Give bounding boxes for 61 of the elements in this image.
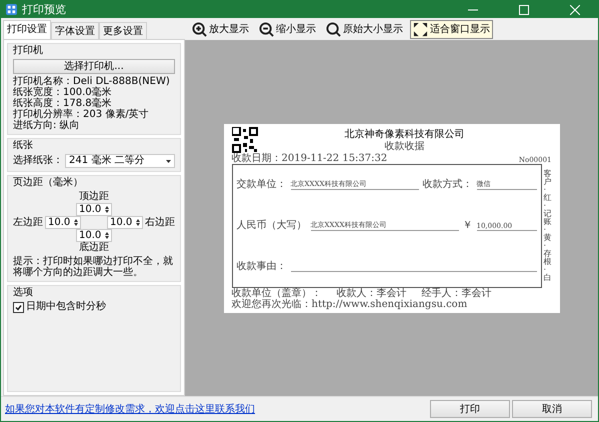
spin-arrows-icon: [105, 232, 109, 239]
company-name: 北京神奇像素科技有限公司: [344, 128, 464, 141]
website-text: 欢迎您再次光临：http://www.shenqixiangsu.com: [232, 298, 468, 310]
margin-hint-text: 提示：打印时如果哪边打印不全，就将哪个方向的边距调大一些。: [13, 256, 174, 278]
close-icon: [570, 4, 580, 14]
settings-tab[interactable]: 字体设置: [51, 22, 99, 39]
paper-select[interactable]: 241 毫米 二等分: [65, 154, 175, 168]
select-printer-button[interactable]: 选择打印机...: [13, 59, 175, 74]
spin-arrows-icon: [136, 219, 140, 226]
dropdown-arrow-icon: [166, 160, 171, 162]
group-title: 纸张: [13, 140, 34, 152]
printer-info-text: 纸张高度：178.8毫米: [13, 98, 113, 109]
checkmark-icon: [15, 304, 22, 310]
window-title: 打印预览: [22, 2, 67, 17]
top-margin-spinbox[interactable]: 10.0: [76, 203, 112, 216]
left-margin-label: 左边距: [13, 216, 43, 228]
printer-info-text: 打印机分辨率：203 像素/英寸: [13, 109, 150, 120]
field-label: ￥: [462, 220, 472, 231]
printer-info-text: 进纸方向: 纵向: [13, 120, 81, 131]
receipt-date: 收款日期：2019-11-22 15:37:32: [232, 152, 388, 164]
spin-arrows-icon: [74, 219, 78, 226]
receipt-subtitle: 收款收据: [384, 141, 424, 152]
zoom-in-icon: [192, 22, 207, 36]
cancel-button[interactable]: 取消: [512, 400, 592, 418]
maximize-icon: [519, 4, 529, 14]
top-margin-label: 顶边距: [79, 191, 109, 203]
checkbox-label: 日期中包含时分秒: [26, 301, 106, 313]
signature-label: 收款人：李会计: [336, 288, 406, 298]
toolbar-button[interactable]: 缩小显示: [256, 20, 319, 38]
bottom-margin-label: 底边距: [79, 242, 109, 254]
settings-tab[interactable]: 更多设置: [99, 22, 147, 39]
contact-link[interactable]: 如果您对本软件有定制修改需求，欢迎点击这里联系我们: [5, 402, 428, 416]
copy-note-text: 客户·红·记账·黄·存根·白: [544, 170, 552, 282]
field-label: 收款事由：: [236, 260, 286, 272]
left-margin-spinbox[interactable]: 10.0: [45, 216, 81, 229]
spin-arrows-icon: [105, 206, 109, 213]
checkbox[interactable]: [13, 302, 24, 312]
toolbar-button[interactable]: 原始大小显示: [323, 20, 406, 38]
field-label: 交款单位：: [236, 179, 286, 190]
signature-label: 经手人：李会计: [422, 288, 492, 298]
qr-code-icon: [232, 126, 258, 152]
bottom-margin-spinbox[interactable]: 10.0: [76, 229, 112, 242]
group-title: 页边距（毫米）: [13, 177, 84, 189]
print-button[interactable]: 打印: [430, 400, 510, 418]
signature-label: 收款单位（盖章）：: [232, 288, 322, 298]
toolbar-button[interactable]: 适合窗口显示: [410, 20, 493, 38]
toolbar-button[interactable]: 放大显示: [189, 20, 252, 38]
settings-tab[interactable]: 打印设置: [3, 20, 51, 39]
field-label: 收款方式：: [422, 179, 472, 190]
magnifier-icon: [326, 22, 341, 36]
field-label: 人民币（大写）: [236, 220, 306, 231]
right-margin-spinbox[interactable]: 10.0: [107, 216, 143, 229]
expand-arrows-icon: [413, 22, 428, 36]
group-title: 选项: [13, 287, 34, 299]
printer-info-text: 纸张宽度：100.0毫米: [13, 87, 113, 98]
paper-label: 选择纸张：: [13, 155, 63, 167]
app-icon: [6, 4, 17, 15]
zoom-out-icon: [259, 22, 274, 36]
printer-info-text: 打印机名称：Deli DL-888B(NEW): [13, 76, 171, 87]
right-margin-label: 右边距: [145, 216, 175, 228]
group-title: 打印机: [13, 45, 44, 57]
